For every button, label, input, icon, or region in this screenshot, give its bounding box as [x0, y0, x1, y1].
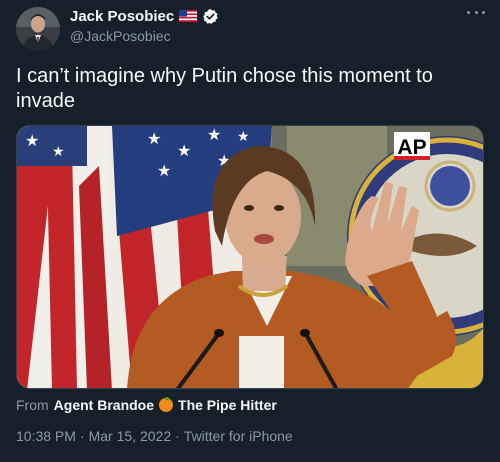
- tweet-time[interactable]: 10:38 PM: [16, 428, 76, 444]
- author-handle[interactable]: @JackPosobiec: [70, 28, 171, 44]
- attribution-account-agent-brandoe[interactable]: Agent Brandoe: [54, 397, 154, 413]
- svg-text:★: ★: [157, 161, 171, 180]
- tweet-media[interactable]: ★ ★ ★ ★ ★ ★ ★ ★ AP: [16, 125, 484, 389]
- media-image: ★ ★ ★ ★ ★ ★ ★ ★ AP: [17, 126, 483, 388]
- meta-separator: ·: [175, 428, 180, 444]
- svg-text:★: ★: [52, 144, 65, 160]
- tweet-text: I can’t imagine why Putin chose this mom…: [16, 65, 433, 112]
- attribution-account-pipe-hitter[interactable]: The Pipe Hitter: [178, 397, 277, 413]
- svg-text:★: ★: [177, 141, 191, 160]
- svg-text:★: ★: [25, 131, 39, 150]
- attribution-from-label: From: [16, 397, 49, 413]
- author-name-row: Jack Posobiec: [70, 7, 219, 25]
- tweet-client[interactable]: Twitter for iPhone: [184, 428, 293, 444]
- tweet-date[interactable]: Mar 15, 2022: [89, 428, 172, 444]
- svg-text:★: ★: [147, 129, 161, 148]
- avatar[interactable]: [16, 7, 60, 51]
- more-options-icon[interactable]: [465, 5, 487, 19]
- avatar-image: [16, 7, 60, 51]
- media-attribution: From Agent Brandoe The Pipe Hitter: [16, 396, 277, 414]
- tweet-metadata: 10:38 PM · Mar 15, 2022 · Twitter for iP…: [16, 428, 293, 444]
- orange-icon: [159, 397, 174, 412]
- us-flag-icon: [179, 10, 198, 22]
- author-display-name[interactable]: Jack Posobiec: [70, 8, 174, 25]
- svg-text:★: ★: [237, 129, 250, 145]
- verified-badge-icon: [203, 8, 218, 24]
- svg-text:★: ★: [207, 126, 221, 144]
- tweet: Jack Posobiec @JackPosobiec I can’t imag…: [0, 0, 500, 462]
- meta-separator: ·: [79, 428, 85, 444]
- ap-watermark: AP: [397, 136, 426, 159]
